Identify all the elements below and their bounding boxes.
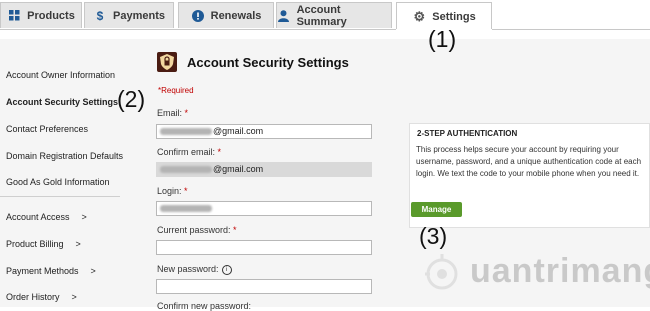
callout-3: (3) [419,223,448,249]
tab-label: Settings [432,10,476,23]
email-label: Email: * [157,108,189,118]
sidebar-divider [0,196,120,197]
manage-button[interactable]: Manage [411,202,462,217]
callout-1: (1) [428,26,457,52]
new-password-label: New password: i [157,264,232,275]
exclamation-icon [191,9,205,23]
sidebar-item-payment-methods[interactable]: Payment Methods > [6,266,96,276]
info-icon[interactable]: i [221,264,232,275]
callout-2: (2) [117,86,146,112]
tab-label: Products [27,9,75,22]
current-password-field[interactable] [156,240,372,255]
redacted-text [160,128,212,136]
sidebar-item-order-history[interactable]: Order History > [6,292,77,302]
sidebar-item-account-access[interactable]: Account Access > [6,212,87,222]
grid-icon [7,9,21,23]
tab-label: Payments [113,9,165,22]
tab-products[interactable]: Products [0,2,82,28]
tab-payments[interactable]: $ Payments [84,2,174,28]
two-step-auth-title: 2-STEP AUTHENTICATION [417,129,518,138]
tab-label: Account Summary [296,3,347,28]
current-password-label: Current password: * [157,225,237,235]
login-label: Login: * [157,186,188,196]
tab-label: Renewals [210,9,262,22]
redacted-text [160,166,212,174]
watermark-text: uantrimang [470,252,650,290]
tab-account-summary[interactable]: Account Summary [276,2,392,28]
chevron-right-icon: > [71,292,77,302]
sidebar-item-account-owner-information[interactable]: Account Owner Information [6,70,115,80]
confirm-email-label: Confirm email: * [157,147,222,157]
confirm-email-field[interactable]: @gmail.com [156,162,372,177]
required-note: *Required [158,86,194,95]
tab-bar: Products $ Payments Renewals Account Sum… [0,0,650,30]
tab-underline [0,29,650,30]
confirm-new-password-label: Confirm new password: [157,301,252,311]
user-icon [277,9,291,23]
chevron-right-icon: > [75,239,81,249]
chevron-right-icon: > [81,212,87,222]
sidebar-item-good-as-gold-information[interactable]: Good As Gold Information [6,177,110,187]
tab-renewals[interactable]: Renewals [178,2,274,28]
login-field[interactable] [156,201,372,216]
email-field[interactable]: @gmail.com [156,124,372,139]
sidebar-item-contact-preferences[interactable]: Contact Preferences [6,124,88,134]
gear-icon: ⚙ [413,8,426,24]
chevron-right-icon: > [90,266,96,276]
sidebar-item-account-security-settings[interactable]: Account Security Settings [6,97,118,107]
security-shield-icon [157,52,177,72]
redacted-text [160,205,212,213]
sidebar-item-product-billing[interactable]: Product Billing > [6,239,81,249]
page-title: Account Security Settings [187,55,349,70]
dollar-icon: $ [96,8,104,23]
sidebar-item-domain-registration-defaults[interactable]: Domain Registration Defaults [6,151,123,161]
new-password-field[interactable] [156,279,372,294]
sidebar: Account Owner Information Account Securi… [0,39,134,307]
two-step-auth-description: This process helps secure your account b… [416,145,642,178]
